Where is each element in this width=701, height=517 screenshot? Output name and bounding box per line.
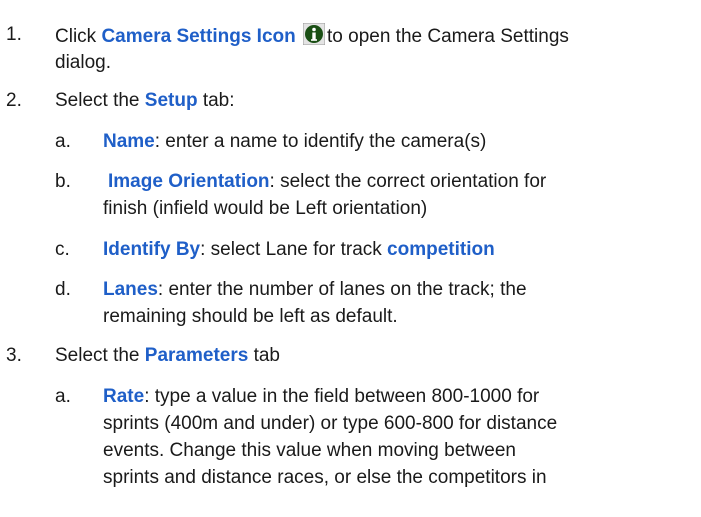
step-text: : select the correct orientation for bbox=[269, 171, 547, 192]
step-text: : select Lane for track bbox=[200, 239, 388, 260]
substep-letter: c. bbox=[55, 239, 70, 260]
substep-letter: a. bbox=[55, 386, 71, 407]
substep-3a-line-4: sprints and distance races, or else the … bbox=[103, 467, 547, 488]
step-2-line: Select the Setup tab: bbox=[55, 89, 235, 113]
step-text: : type a value in the field between 800-… bbox=[144, 386, 540, 407]
substep-letter: b. bbox=[55, 171, 71, 192]
step-text: Click bbox=[55, 26, 102, 47]
substep-3a: Rate: type a value in the field between … bbox=[103, 385, 539, 409]
substep-letter: a. bbox=[55, 131, 71, 152]
step-3-line: Select the Parameters tab bbox=[55, 344, 280, 368]
info-icon bbox=[303, 23, 326, 45]
substep-2c: Identify By: select Lane for track compe… bbox=[103, 238, 495, 262]
document-page: 1. Click Camera Settings Icon to open th… bbox=[0, 0, 701, 517]
substep-2d-line-2: remaining should be left as default. bbox=[103, 306, 398, 327]
substep-2d: Lanes: enter the number of lanes on the … bbox=[103, 278, 527, 302]
keyword: Parameters bbox=[144, 345, 249, 366]
keyword: Setup bbox=[144, 90, 198, 111]
keyword: Camera Settings Icon bbox=[101, 26, 296, 47]
step-text: : enter the number of lanes on the track… bbox=[157, 279, 527, 300]
step-text: : enter a name to identify the camera(s) bbox=[154, 131, 487, 152]
substep-2b: Image Orientation: select the correct or… bbox=[108, 170, 546, 194]
step-text: to open the Camera Settings bbox=[327, 26, 569, 47]
step-text: tab: bbox=[197, 90, 235, 111]
keyword: Lanes bbox=[103, 279, 158, 300]
step-1-line-1: Click Camera Settings Icon to open the C… bbox=[55, 23, 569, 49]
keyword: Image Orientation bbox=[108, 171, 270, 192]
keyword: Name bbox=[103, 131, 155, 152]
step-text: tab bbox=[248, 345, 281, 366]
step-number: 1. bbox=[6, 24, 22, 45]
keyword: competition bbox=[387, 239, 495, 260]
substep-2b-line-2: finish (infield would be Left orientatio… bbox=[103, 198, 428, 219]
substep-3a-line-3: events. Change this value when moving be… bbox=[103, 440, 516, 461]
keyword: Rate bbox=[103, 386, 145, 407]
step-number: 2. bbox=[6, 90, 22, 111]
step-text: Select the bbox=[55, 90, 145, 111]
substep-letter: d. bbox=[55, 279, 71, 300]
substep-2a: Name: enter a name to identify the camer… bbox=[103, 130, 486, 154]
step-1-line-2: dialog. bbox=[55, 52, 111, 73]
substep-3a-line-2: sprints (400m and under) or type 600-800… bbox=[103, 413, 558, 434]
keyword: Identify By bbox=[103, 239, 201, 260]
step-text: Select the bbox=[55, 345, 145, 366]
step-number: 3. bbox=[6, 345, 22, 366]
